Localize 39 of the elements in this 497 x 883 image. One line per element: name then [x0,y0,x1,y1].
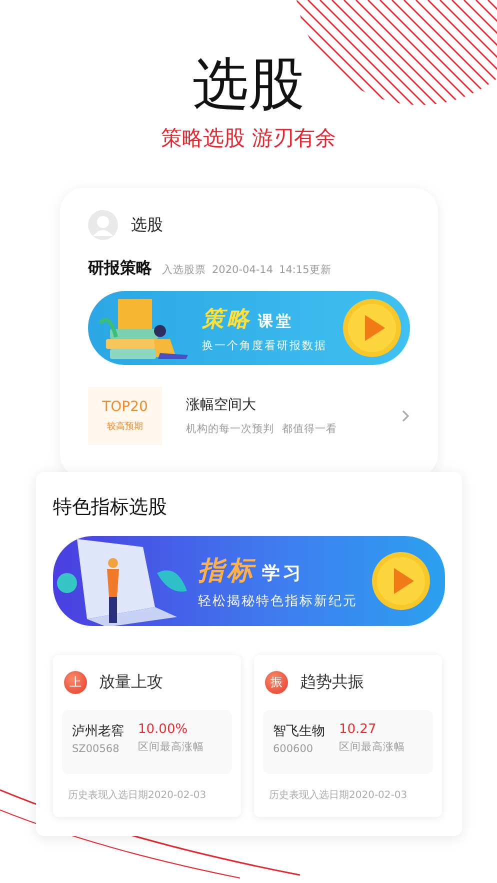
gain-label: 区间最高涨幅 [138,740,204,754]
section-title: 研报策略 [88,258,152,279]
stock-name: 泸州老窖 [72,723,124,740]
update-time: 14:15更新 [279,263,332,277]
play-button-icon [342,298,402,358]
banner-title: 课堂 [258,312,294,330]
stock-code: SZ00568 [72,743,120,755]
item-title: 涨幅空间大 [186,396,257,414]
promo-banner[interactable]: 指标 学习 轻松揭秘特色指标新纪元 [53,536,445,626]
badge-caption: 较高预期 [107,420,143,433]
gain-value: 10.27 [339,722,378,737]
strategy-title: 放量上攻 [99,672,163,693]
chevron-right-icon [401,409,410,423]
strategy-icon: 上 [64,671,87,694]
banner-title: 策略 [202,306,252,334]
gain-value: 10.00% [138,722,189,737]
update-date: 2020-04-14 [212,264,274,276]
strategy-title: 趋势共振 [300,672,364,693]
gain-label: 区间最高涨幅 [339,740,405,754]
banner-title: 学习 [262,562,304,584]
banner-caption: 换一个角度看研报数据 [202,338,327,352]
card-title: 特色指标选股 [53,495,168,520]
section-meta: 入选股票 [162,263,206,277]
item-subtitle: 都值得一看 [282,422,337,436]
strategy-icon: 振 [265,671,288,694]
selection-date: 历史表现入选日期2020-02-03 [268,788,408,802]
badge-title: TOP20 [102,399,148,415]
item-subtitle: 机构的每一次预判 [186,422,274,436]
banner-title: 指标 [198,554,256,588]
header-title: 选股 [131,214,163,236]
banner-caption: 轻松揭秘特色指标新纪元 [198,592,358,610]
strategy-card[interactable]: 上 放量上攻 泸州老窖 SZ00568 10.00% 区间最高涨幅 历史表现入选日期2020-02-03 [53,655,241,817]
selection-date: 历史表现入选日期2020-02-03 [67,788,208,802]
play-button-icon [371,551,431,611]
page-title: 选股 [192,51,304,119]
stock-name: 智飞生物 [273,723,325,740]
stock-code: 600600 [273,743,314,755]
strategy-card[interactable]: 振 趋势共振 智飞生物 600600 10.27 区间最高涨幅 历史表现入选日期2020-02-03 [254,655,442,817]
page-subtitle: 策略选股 游刃有余 [161,125,336,152]
